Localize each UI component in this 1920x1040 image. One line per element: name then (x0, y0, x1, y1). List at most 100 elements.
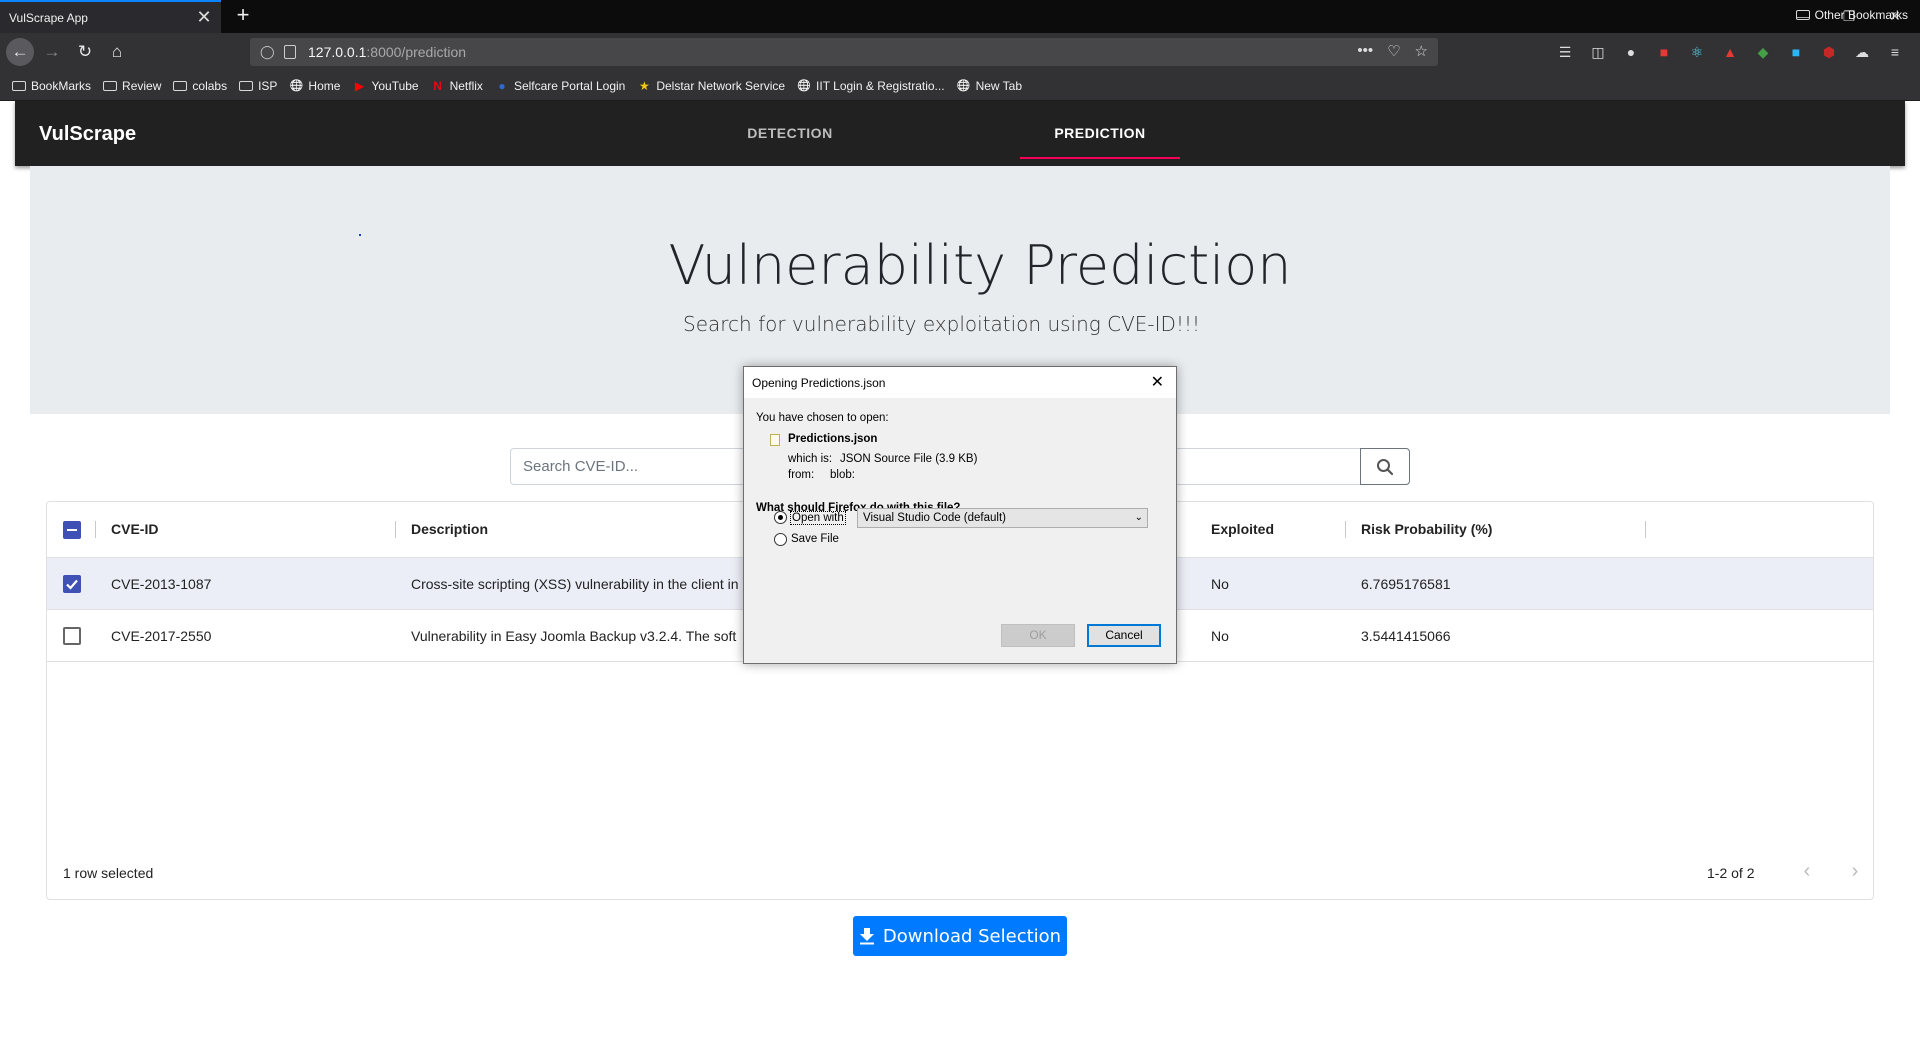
cancel-button[interactable]: Cancel (1087, 624, 1161, 647)
bookmark-item[interactable]: 🌐 IIT Login & Registratio... (797, 79, 944, 93)
cell-description: Cross-site scripting (XSS) vulnerability… (411, 576, 739, 592)
bookmark-item[interactable]: 🌐 New Tab (957, 79, 1022, 93)
row-checkbox[interactable] (63, 575, 81, 593)
ok-button[interactable]: OK (1001, 624, 1075, 647)
bookmark-item[interactable]: ▶ YouTube (352, 78, 419, 93)
save-file-label[interactable]: Save File (791, 533, 839, 545)
cell-description: Vulnerability in Easy Joomla Backup v3.2… (411, 628, 737, 644)
bookmark-item[interactable]: ● Selfcare Portal Login (495, 79, 625, 93)
browser-tab-active[interactable]: VulScrape App ✕ (0, 0, 221, 33)
bookmark-label: Review (122, 78, 162, 93)
column-separator[interactable] (395, 521, 396, 538)
home-icon[interactable]: ⌂ (103, 38, 131, 66)
cloud-extension-icon[interactable]: ☁ (1852, 42, 1872, 62)
selected-row-count: 1 row selected (63, 865, 154, 881)
save-file-radio[interactable] (774, 533, 787, 546)
search-button[interactable] (1360, 448, 1410, 485)
pagination-info: 1-2 of 2 (1707, 865, 1755, 881)
from-value: blob: (830, 469, 855, 481)
from-label: from: (788, 469, 815, 481)
open-file-dialog: Opening Predictions.json ✕ You have chos… (743, 366, 1177, 664)
bookmark-label: ISP (258, 78, 278, 93)
netflix-icon: N (433, 78, 442, 93)
bookmark-label: Selfcare Portal Login (513, 78, 626, 93)
close-icon[interactable]: ✕ (1151, 372, 1164, 392)
tab-prediction[interactable]: PREDICTION (1020, 101, 1180, 166)
pocket-icon[interactable]: ♡ (1387, 42, 1400, 60)
bookmark-item[interactable]: ★ Delstar Network Service (637, 79, 785, 93)
sidebar-icon[interactable]: ◫ (1588, 42, 1608, 62)
folder-icon (103, 80, 118, 91)
app-bar: VulScrape DETECTION PREDICTION (15, 101, 1905, 166)
column-separator[interactable] (95, 521, 96, 538)
open-with-select[interactable]: Visual Studio Code (default) ⌄ (857, 508, 1148, 528)
bookmark-label: Delstar Network Service (656, 78, 786, 93)
column-header-risk-probability[interactable]: Risk Probability (%) (1361, 521, 1492, 537)
checkmark-icon (66, 579, 78, 590)
bookmark-item[interactable]: colabs (173, 79, 227, 93)
more-actions-icon[interactable]: ••• (1357, 42, 1373, 60)
bookmark-item[interactable]: N Netflix (431, 79, 483, 93)
bookmark-item[interactable]: ISP (239, 79, 277, 93)
bookmark-item[interactable]: 🌐 Home (289, 78, 341, 93)
search-icon (1377, 458, 1394, 475)
close-icon[interactable]: ✕ (195, 8, 213, 26)
bookmark-label: BookMarks (31, 78, 92, 93)
folder-icon (12, 80, 26, 91)
open-with-radio[interactable] (774, 511, 787, 524)
ublock-icon[interactable]: ⬢ (1819, 42, 1839, 62)
page-subtitle: Search for vulnerability exploitation us… (683, 312, 1200, 336)
chevron-down-icon: ⌄ (1134, 512, 1143, 523)
open-with-label[interactable]: Open with (790, 511, 846, 525)
globe-icon: 🌐 (956, 79, 971, 92)
icr-icon: ● (498, 78, 506, 93)
download-selection-button[interactable]: Download Selection (853, 916, 1067, 956)
grid-footer: 1 row selected 1-2 of 2 ‹ › (47, 847, 1873, 899)
browser-tabbar: VulScrape App ✕ + — ❐ ✕ (0, 0, 1920, 33)
dialog-body: You have chosen to open: Predictions.jso… (744, 398, 1176, 664)
download-icon (859, 928, 874, 945)
column-header-exploited[interactable]: Exploited (1211, 521, 1274, 537)
which-is-value: JSON Source File (3.9 KB) (840, 453, 978, 465)
reload-icon[interactable]: ↻ (71, 38, 99, 66)
other-bookmarks[interactable]: Other Bookmarks (1795, 8, 1908, 22)
shield-icon[interactable]: ◯ (260, 44, 276, 60)
column-separator[interactable] (1645, 521, 1646, 538)
cell-cve-id: CVE-2017-2550 (111, 628, 212, 644)
column-header-cve-id[interactable]: CVE-ID (111, 521, 158, 537)
tab-detection[interactable]: DETECTION (710, 101, 870, 166)
column-separator[interactable] (1345, 521, 1346, 538)
youtube-icon: ▶ (354, 78, 365, 93)
bookmark-label: Home (308, 78, 341, 93)
cell-risk-probability: 6.7695176581 (1361, 576, 1451, 592)
app-brand[interactable]: VulScrape (39, 123, 136, 146)
select-all-checkbox[interactable] (63, 521, 81, 539)
react-devtools-icon[interactable]: ⚛ (1687, 42, 1707, 62)
back-arrow-icon[interactable]: ← (6, 38, 34, 66)
green-extension-icon[interactable]: ◆ (1753, 42, 1773, 62)
folder-icon (1795, 10, 1810, 20)
bookmark-item[interactable]: BookMarks (12, 79, 91, 93)
dialog-titlebar[interactable]: Opening Predictions.json ✕ (744, 367, 1176, 398)
cell-cve-id: CVE-2013-1087 (111, 576, 212, 592)
folder-icon (173, 80, 188, 91)
url-bar[interactable]: ◯ 127.0.0.1:8000/prediction ••• ♡ ☆ (250, 38, 1438, 66)
red-extension-icon[interactable]: ▲ (1720, 42, 1740, 62)
forward-arrow-icon[interactable]: → (38, 38, 66, 66)
dialog-filename: Predictions.json (788, 433, 878, 445)
column-header-description[interactable]: Description (411, 521, 488, 537)
new-tab-button[interactable]: + (230, 3, 256, 29)
blue-extension-icon[interactable]: ■ (1786, 42, 1806, 62)
bookmark-star-icon[interactable]: ☆ (1415, 42, 1428, 60)
chevron-left-icon[interactable]: ‹ (1795, 859, 1819, 883)
chevron-right-icon[interactable]: › (1843, 859, 1867, 883)
screenshot-extension-icon[interactable]: ■ (1654, 42, 1674, 62)
account-icon[interactable]: ● (1621, 42, 1641, 62)
bookmark-item[interactable]: Review (103, 79, 161, 93)
row-checkbox[interactable] (63, 627, 81, 645)
url-text[interactable]: 127.0.0.1:8000/prediction (308, 44, 466, 60)
cell-exploited: No (1211, 628, 1229, 644)
menu-icon[interactable]: ≡ (1885, 42, 1905, 62)
library-icon[interactable]: ☰ (1555, 42, 1575, 62)
star-icon: ★ (638, 78, 650, 93)
